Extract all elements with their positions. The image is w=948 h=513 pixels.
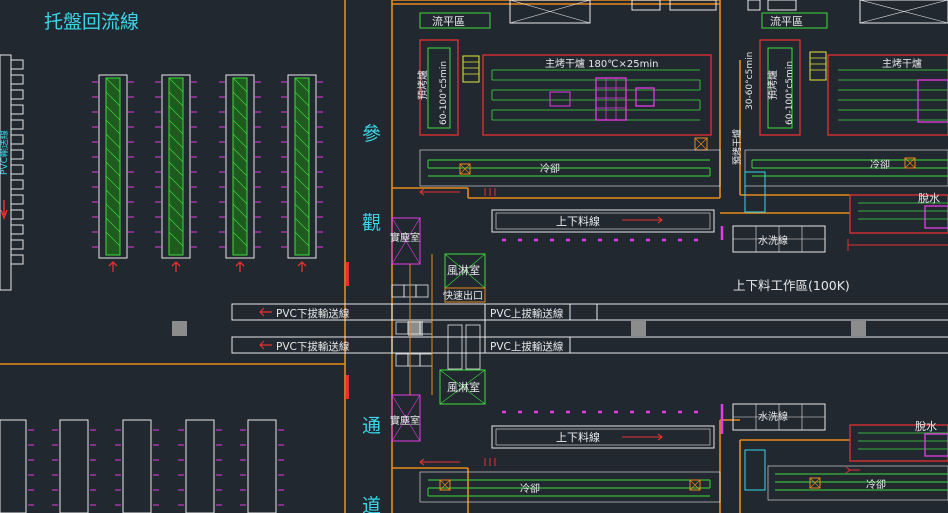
flow-leveling-left: 流平區 xyxy=(432,14,465,28)
preheat-left-a: 預烤爐 xyxy=(416,70,429,100)
wind-shower-top: 風淋室 xyxy=(447,263,480,277)
corridor-char-2: 觀 xyxy=(362,212,381,234)
quick-exit: 快速出口 xyxy=(443,289,483,302)
cooling-bottom-left: 冷卻 xyxy=(520,482,540,495)
corridor-char-4: 道 xyxy=(362,495,381,513)
pvc-down-line-1: PVC下拔輸送線 xyxy=(276,307,350,320)
work-area-label: 上下料工作區(100K) xyxy=(733,278,850,293)
corridor-char-1: 參 xyxy=(362,123,381,145)
wind-shower-bottom: 風淋室 xyxy=(447,380,480,394)
gray-pillars xyxy=(172,321,866,336)
bottom-left-carriers xyxy=(28,429,284,506)
dust-room-bottom: 實塵室 xyxy=(390,414,420,427)
corridor-char-3: 通 xyxy=(362,415,381,437)
buffer-rack-4 xyxy=(287,74,317,272)
buffer-rack-1 xyxy=(98,74,128,272)
flow-leveling-right: 流平區 xyxy=(770,14,803,28)
buffer-rack-2 xyxy=(161,74,191,272)
preheat-right-b: 60-100°c5min xyxy=(785,61,795,125)
pallet-buffer-racks xyxy=(92,74,323,272)
pvc-flow-arrows xyxy=(259,307,272,350)
dewater-bottom: 脫水 xyxy=(915,419,937,433)
buffer-rack-3 xyxy=(225,74,255,272)
dust-room-top: 實塵室 xyxy=(390,231,420,244)
factory-floor-plan: 托盤回流線 PVC輸送線 參 觀 通 道 PVC下拔輸送線 PVC下拔輸送線 P… xyxy=(0,0,948,513)
water-wash-bottom: 水洗線 xyxy=(758,410,788,423)
pvc-down-line-2: PVC下拔輸送線 xyxy=(276,340,350,353)
visitor-corridor: 參 觀 通 道 xyxy=(346,123,381,513)
cooling-left-top: 冷卻 xyxy=(540,162,560,175)
preheat-right-a: 預烤爐 xyxy=(766,70,779,100)
cad-layout-canvas: 托盤回流線 PVC輸送線 參 觀 通 道 PVC下拔輸送線 PVC下拔輸送線 P… xyxy=(0,0,948,513)
preheat-left-b: 60-100°c5min xyxy=(439,61,449,125)
load-line-bottom: 上下料線 xyxy=(556,430,600,444)
preheat-right-c: 30-60°c5min xyxy=(745,52,755,110)
cooling-right-top: 冷卻 xyxy=(870,158,890,171)
bottom-left-racks xyxy=(0,419,277,513)
upper-loading-line: 上下料線 水洗線 xyxy=(491,209,826,253)
pvc-up-line-2: PVC上拔輸送線 xyxy=(490,340,564,353)
main-oven-right: 主烤干爐 xyxy=(882,57,922,70)
main-oven-left: 主烤干爐 180℃×25min xyxy=(545,57,658,70)
dewater-top: 脫水 xyxy=(918,191,940,205)
clean-room-block: 實塵室 實塵室 風淋室 風淋室 快速出口 xyxy=(390,217,486,442)
load-line-top: 上下料線 xyxy=(556,214,600,228)
pvc-up-line-1: PVC上拔輸送線 xyxy=(490,307,564,320)
bottom-processing-line: 冷卻 冷卻 脫水 xyxy=(419,419,948,503)
cooling-bottom-right: 冷卻 xyxy=(866,478,886,491)
pallet-return-line-title: 托盤回流線 xyxy=(44,11,139,33)
lower-loading-line: 水洗線 上下料線 xyxy=(491,403,826,449)
preheat-right-d: 預烤干爐 xyxy=(731,129,743,165)
top-left-processing-line: 流平區 預烤爐 60-100°c5min 主烤干爐 180℃×25min 冷卻 xyxy=(416,0,721,196)
water-wash-top: 水洗線 xyxy=(758,234,788,247)
left-edge-conveyor: PVC輸送線 xyxy=(0,54,24,291)
left-conveyor-label: PVC輸送線 xyxy=(0,130,10,175)
